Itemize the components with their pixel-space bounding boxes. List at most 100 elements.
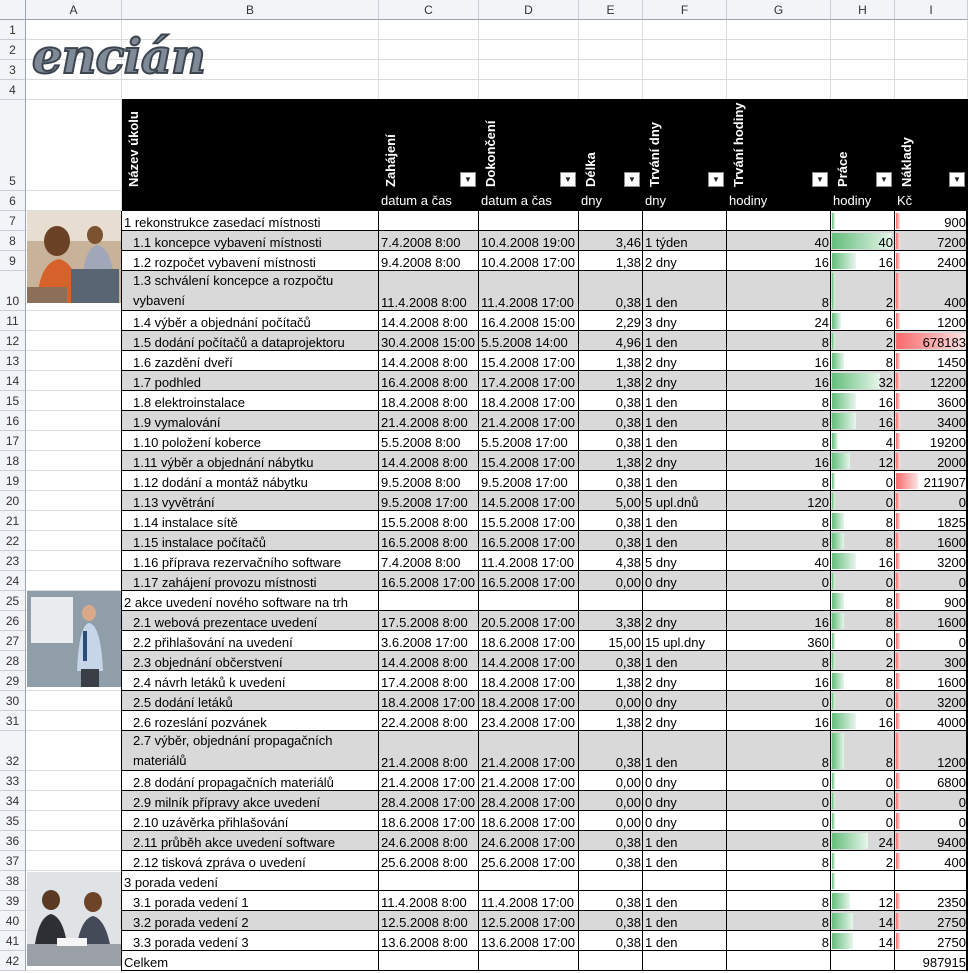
select-all-corner[interactable] xyxy=(0,0,26,20)
duration-cell[interactable]: 0 dny xyxy=(643,771,727,791)
finish-cell[interactable] xyxy=(479,951,579,971)
hours-cell[interactable]: 0 xyxy=(727,571,831,591)
row-header-7[interactable]: 7 xyxy=(0,211,26,231)
row-header-30[interactable]: 30 xyxy=(0,691,26,711)
cost-cell[interactable]: 300 xyxy=(895,651,968,671)
work-cell[interactable]: 8 xyxy=(831,671,895,691)
work-cell[interactable]: 0 xyxy=(831,691,895,711)
work-cell[interactable]: 4 xyxy=(831,431,895,451)
task-name[interactable]: 3.1 porada vedení 1 xyxy=(122,891,379,911)
duration-cell[interactable]: 0 dny xyxy=(643,811,727,831)
duration-cell[interactable]: 1 den xyxy=(643,531,727,551)
row-header-12[interactable]: 12 xyxy=(0,331,26,351)
cost-cell[interactable]: 987915 xyxy=(895,951,968,971)
finish-cell[interactable]: 11.4.2008 17:00 xyxy=(479,891,579,911)
row-header-28[interactable]: 28 xyxy=(0,651,26,671)
cost-cell[interactable]: 0 xyxy=(895,571,968,591)
cost-cell[interactable]: 3200 xyxy=(895,551,968,571)
hours-cell[interactable]: 360 xyxy=(727,631,831,651)
finish-cell[interactable]: 24.6.2008 17:00 xyxy=(479,831,579,851)
start-cell[interactable]: 5.5.2008 8:00 xyxy=(379,431,479,451)
duration-cell[interactable]: 2 dny xyxy=(643,371,727,391)
cost-cell[interactable]: 0 xyxy=(895,491,968,511)
finish-cell[interactable]: 11.4.2008 17:00 xyxy=(479,271,579,311)
row-header-3[interactable]: 3 xyxy=(0,60,26,80)
hours-cell[interactable]: 8 xyxy=(727,911,831,931)
cost-cell[interactable]: 2750 xyxy=(895,911,968,931)
start-cell[interactable]: 16.5.2008 8:00 xyxy=(379,531,479,551)
length-cell[interactable]: 3,46 xyxy=(579,231,643,251)
cost-cell[interactable]: 1600 xyxy=(895,531,968,551)
hours-cell[interactable] xyxy=(727,871,831,891)
row-header-41[interactable]: 41 xyxy=(0,931,26,951)
work-cell[interactable]: 2 xyxy=(831,651,895,671)
start-cell[interactable]: 25.6.2008 8:00 xyxy=(379,851,479,871)
hours-cell[interactable]: 16 xyxy=(727,371,831,391)
finish-cell[interactable]: 5.5.2008 17:00 xyxy=(479,431,579,451)
finish-cell[interactable]: 14.5.2008 17:00 xyxy=(479,491,579,511)
finish-cell[interactable]: 18.4.2008 17:00 xyxy=(479,691,579,711)
work-cell[interactable]: 8 xyxy=(831,731,895,771)
cost-cell[interactable] xyxy=(895,871,968,891)
length-cell[interactable]: 0,38 xyxy=(579,891,643,911)
start-cell[interactable] xyxy=(379,591,479,611)
start-cell[interactable]: 7.4.2008 8:00 xyxy=(379,551,479,571)
finish-cell[interactable]: 21.4.2008 17:00 xyxy=(479,731,579,771)
duration-cell[interactable]: 1 den xyxy=(643,471,727,491)
row-header-33[interactable]: 33 xyxy=(0,771,26,791)
duration-cell[interactable]: 5 upl.dnů xyxy=(643,491,727,511)
column-header-g[interactable]: G xyxy=(727,0,831,20)
cost-cell[interactable]: 2000 xyxy=(895,451,968,471)
cost-cell[interactable]: 900 xyxy=(895,591,968,611)
length-cell[interactable]: 1,38 xyxy=(579,371,643,391)
hours-cell[interactable]: 0 xyxy=(727,771,831,791)
task-name[interactable]: 2.3 objednání občerstvení xyxy=(122,651,379,671)
start-cell[interactable]: 17.4.2008 8:00 xyxy=(379,671,479,691)
task-name[interactable]: 1.11 výběr a objednání nábytku xyxy=(122,451,379,471)
work-cell[interactable]: 16 xyxy=(831,391,895,411)
cost-cell[interactable]: 7200 xyxy=(895,231,968,251)
task-name[interactable]: 1.15 instalace počítačů xyxy=(122,531,379,551)
finish-cell[interactable]: 21.4.2008 17:00 xyxy=(479,771,579,791)
task-name[interactable]: 1.1 koncepce vybavení místnosti xyxy=(122,231,379,251)
duration-cell[interactable] xyxy=(643,211,727,231)
duration-cell[interactable] xyxy=(643,871,727,891)
cost-cell[interactable]: 9400 xyxy=(895,831,968,851)
cost-cell[interactable]: 0 xyxy=(895,811,968,831)
start-cell[interactable]: 14.4.2008 8:00 xyxy=(379,311,479,331)
row-header-42[interactable]: 42 xyxy=(0,951,26,971)
cost-cell[interactable]: 2400 xyxy=(895,251,968,271)
row-header-26[interactable]: 26 xyxy=(0,611,26,631)
task-name[interactable]: 3 porada vedení xyxy=(122,871,379,891)
hours-cell[interactable]: 8 xyxy=(727,891,831,911)
duration-cell[interactable]: 1 den xyxy=(643,391,727,411)
filter-dropdown-icon[interactable]: ▼ xyxy=(624,172,640,187)
task-name[interactable]: 3.2 porada vedení 2 xyxy=(122,911,379,931)
row-header-20[interactable]: 20 xyxy=(0,491,26,511)
hours-cell[interactable]: 16 xyxy=(727,711,831,731)
row-header-22[interactable]: 22 xyxy=(0,531,26,551)
task-name[interactable]: 3.3 porada vedení 3 xyxy=(122,931,379,951)
work-cell[interactable]: 14 xyxy=(831,911,895,931)
duration-cell[interactable]: 1 den xyxy=(643,411,727,431)
finish-cell[interactable] xyxy=(479,591,579,611)
finish-cell[interactable]: 15.5.2008 17:00 xyxy=(479,511,579,531)
work-cell[interactable]: 0 xyxy=(831,811,895,831)
finish-cell[interactable]: 25.6.2008 17:00 xyxy=(479,851,579,871)
task-name[interactable]: 1.16 příprava rezervačního software xyxy=(122,551,379,571)
work-cell[interactable]: 2 xyxy=(831,851,895,871)
row-header-14[interactable]: 14 xyxy=(0,371,26,391)
cost-cell[interactable]: 3600 xyxy=(895,391,968,411)
duration-cell[interactable]: 1 den xyxy=(643,931,727,951)
task-name[interactable]: 1.8 elektroinstalace xyxy=(122,391,379,411)
finish-cell[interactable]: 18.4.2008 17:00 xyxy=(479,671,579,691)
row-header-25[interactable]: 25 xyxy=(0,591,26,611)
finish-cell[interactable] xyxy=(479,211,579,231)
filter-dropdown-icon[interactable]: ▼ xyxy=(560,172,576,187)
column-header-a[interactable]: A xyxy=(26,0,122,20)
hours-cell[interactable]: 8 xyxy=(727,471,831,491)
work-cell[interactable]: 2 xyxy=(831,331,895,351)
task-name[interactable]: 2.6 rozeslání pozvánek xyxy=(122,711,379,731)
task-name[interactable]: 1.5 dodání počítačů a dataprojektoru xyxy=(122,331,379,351)
cost-cell[interactable]: 0 xyxy=(895,791,968,811)
